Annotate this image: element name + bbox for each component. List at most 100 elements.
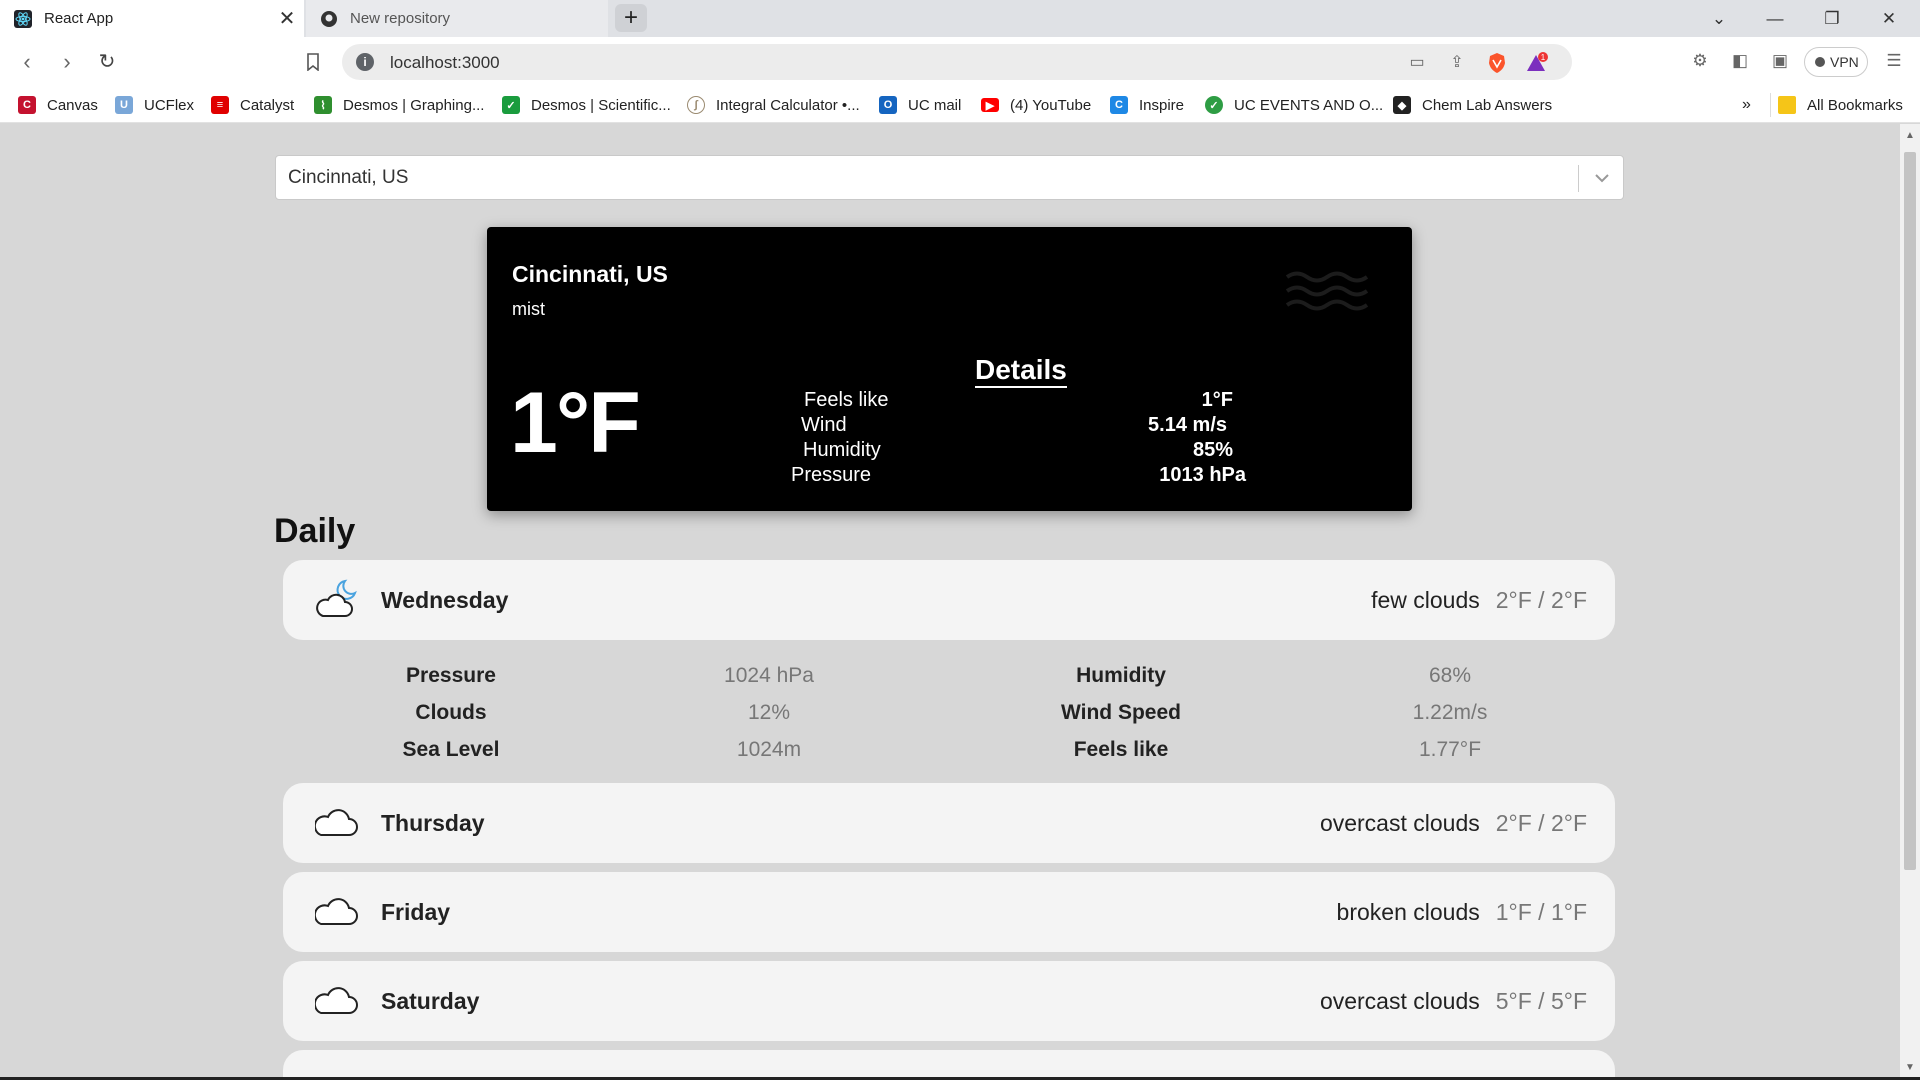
detail-value: 1.22m/s: [1412, 701, 1488, 724]
outlook-icon: O: [879, 96, 897, 114]
address-bar[interactable]: i localhost:3000 ▭ ⇪ 1: [342, 44, 1572, 80]
bookmark-label: Integral Calculator •...: [716, 96, 860, 114]
vpn-button[interactable]: VPN: [1804, 47, 1868, 77]
day-name: Saturday: [381, 988, 480, 1014]
reload-icon[interactable]: ↻: [90, 37, 124, 87]
desmos-graphing-icon: ⌇: [314, 96, 332, 114]
brave-shields-icon[interactable]: [1486, 52, 1508, 73]
cast-icon[interactable]: ▭: [1406, 52, 1428, 72]
forecast-day-wednesday[interactable]: Wednesday few clouds 2°F / 2°F: [283, 560, 1615, 640]
day-name: Friday: [381, 899, 451, 925]
forecast-day-saturday[interactable]: Saturday overcast clouds 5°F / 5°F: [283, 961, 1615, 1041]
all-bookmarks-button[interactable]: All Bookmarks: [1778, 95, 1903, 115]
detail-key: Clouds: [415, 701, 487, 724]
bookmark-label: Desmos | Graphing...: [343, 96, 485, 114]
canvas-icon: C: [18, 96, 36, 114]
day-condition: overcast clouds: [1319, 988, 1480, 1014]
current-city: Cincinnati, US: [512, 261, 668, 287]
ucflex-icon: U: [115, 96, 133, 114]
detail-value-feels-like: 1°F: [1201, 389, 1233, 411]
cloud-icon: [313, 979, 359, 1021]
rewards-badge: 1: [1541, 53, 1546, 62]
uc-events-icon: ✓: [1205, 96, 1223, 114]
detail-key: Wind Speed: [1061, 701, 1181, 724]
bookmark-inspire[interactable]: C Inspire: [1110, 95, 1184, 115]
forecast-day-friday[interactable]: Friday broken clouds 1°F / 1°F: [283, 872, 1615, 952]
bookmark-ucflex[interactable]: U UCFlex: [115, 95, 194, 115]
page-scrollbar[interactable]: ▲ ▼: [1900, 124, 1920, 1080]
sidebar-icon[interactable]: ◧: [1728, 51, 1752, 73]
tab-title: React App: [44, 10, 114, 27]
detail-value: 12%: [747, 701, 791, 724]
chevron-down-icon[interactable]: [1591, 166, 1613, 190]
close-tab-icon[interactable]: ✕: [276, 6, 298, 31]
tab-title: New repository: [350, 10, 451, 27]
bookmark-label: Chem Lab Answers: [1422, 96, 1553, 114]
chem-lab-icon: ◆: [1393, 96, 1411, 114]
detail-label-wind: Wind: [801, 414, 847, 436]
forecast-day-thursday[interactable]: Thursday overcast clouds 2°F / 2°F: [283, 783, 1615, 863]
detail-label-feels-like: Feels like: [804, 389, 889, 411]
bookmark-chem-lab-answers[interactable]: ◆ Chem Lab Answers: [1393, 95, 1552, 115]
tab-new-repository[interactable]: New repository: [306, 0, 608, 37]
day-min-max: 5°F / 5°F: [1495, 988, 1587, 1014]
bookmark-desmos-scientific[interactable]: ✓ Desmos | Scientific...: [502, 95, 671, 115]
browser-toolbar: ‹ › ↻ i localhost:3000 ▭ ⇪ 1 ⚙ ◧ ▣ VPN ☰: [0, 37, 1920, 87]
day-min-max: 2°F / 2°F: [1495, 587, 1587, 613]
share-icon[interactable]: ⇪: [1446, 52, 1468, 72]
bookmark-label: UC EVENTS AND O...: [1234, 96, 1384, 114]
forward-icon[interactable]: ›: [50, 37, 84, 87]
scrollbar-thumb[interactable]: [1904, 152, 1916, 870]
detail-key: Sea Level: [402, 738, 500, 761]
tab-react-app[interactable]: React App ✕: [0, 0, 304, 37]
page-viewport: Cincinnati, US Cincinnati, US mist 1°F D…: [0, 124, 1900, 1080]
close-window-icon[interactable]: ✕: [1862, 0, 1916, 37]
react-icon: [14, 9, 32, 28]
new-tab-button[interactable]: +: [615, 4, 647, 32]
brave-rewards-icon[interactable]: 1: [1525, 52, 1548, 72]
forecast-day-details: Pressure Clouds Sea Level 1024 hPa 12% 1…: [283, 654, 1615, 774]
menu-icon[interactable]: ☰: [1882, 51, 1906, 73]
day-min-max: 2°F / 2°F: [1495, 810, 1587, 836]
cloud-icon: [313, 890, 359, 932]
bookmark-desmos-graphing[interactable]: ⌇ Desmos | Graphing...: [314, 95, 484, 115]
forecast-day-partial[interactable]: [283, 1050, 1615, 1080]
bookmark-integral-calculator[interactable]: ∫ Integral Calculator •...: [687, 95, 860, 115]
detail-value-wind: 5.14 m/s: [1148, 414, 1227, 436]
detail-value: 1024 hPa: [724, 664, 814, 687]
day-name: Thursday: [381, 810, 485, 836]
bookmarks-overflow-button[interactable]: »: [1742, 95, 1751, 115]
bookmarks-divider: [1770, 93, 1771, 117]
wallet-icon[interactable]: ▣: [1768, 51, 1792, 73]
bookmark-label: Desmos | Scientific...: [531, 96, 671, 114]
bookmark-youtube[interactable]: ▶ (4) YouTube: [981, 95, 1091, 115]
site-info-icon[interactable]: i: [356, 53, 374, 71]
day-condition: broken clouds: [1336, 899, 1480, 925]
detail-key: Humidity: [1076, 664, 1166, 687]
city-search-select[interactable]: Cincinnati, US: [275, 155, 1624, 200]
bookmark-label: UCFlex: [144, 96, 195, 114]
bookmark-label: UC mail: [908, 96, 962, 114]
folder-icon: [1778, 96, 1796, 114]
minimize-icon[interactable]: —: [1748, 0, 1802, 37]
bookmark-icon[interactable]: [296, 37, 330, 87]
extensions-icon[interactable]: ⚙: [1688, 51, 1712, 73]
restore-icon[interactable]: ❐: [1805, 0, 1859, 37]
bookmark-label: (4) YouTube: [1010, 96, 1092, 114]
current-weather-card: Cincinnati, US mist 1°F Details Feels li…: [487, 227, 1412, 511]
day-min-max: 1°F / 1°F: [1495, 899, 1587, 925]
youtube-icon: ▶: [981, 98, 999, 112]
scroll-down-icon[interactable]: ▼: [1903, 1062, 1917, 1073]
select-separator: [1578, 165, 1579, 192]
tab-search-chevron-icon[interactable]: ⌄: [1692, 0, 1746, 37]
day-condition: few clouds: [1371, 587, 1480, 613]
tab-strip: React App ✕ New repository + ⌄ — ❐ ✕: [0, 0, 1920, 37]
scroll-up-icon[interactable]: ▲: [1903, 130, 1917, 141]
bookmark-uc-mail[interactable]: O UC mail: [879, 95, 961, 115]
detail-value: 68%: [1428, 664, 1472, 687]
bookmark-uc-events[interactable]: ✓ UC EVENTS AND O...: [1205, 95, 1383, 115]
back-icon[interactable]: ‹: [10, 37, 44, 87]
bookmark-catalyst[interactable]: ≡ Catalyst: [211, 95, 294, 115]
bookmark-canvas[interactable]: C Canvas: [18, 95, 98, 115]
moon-cloud-icon: [315, 578, 359, 620]
